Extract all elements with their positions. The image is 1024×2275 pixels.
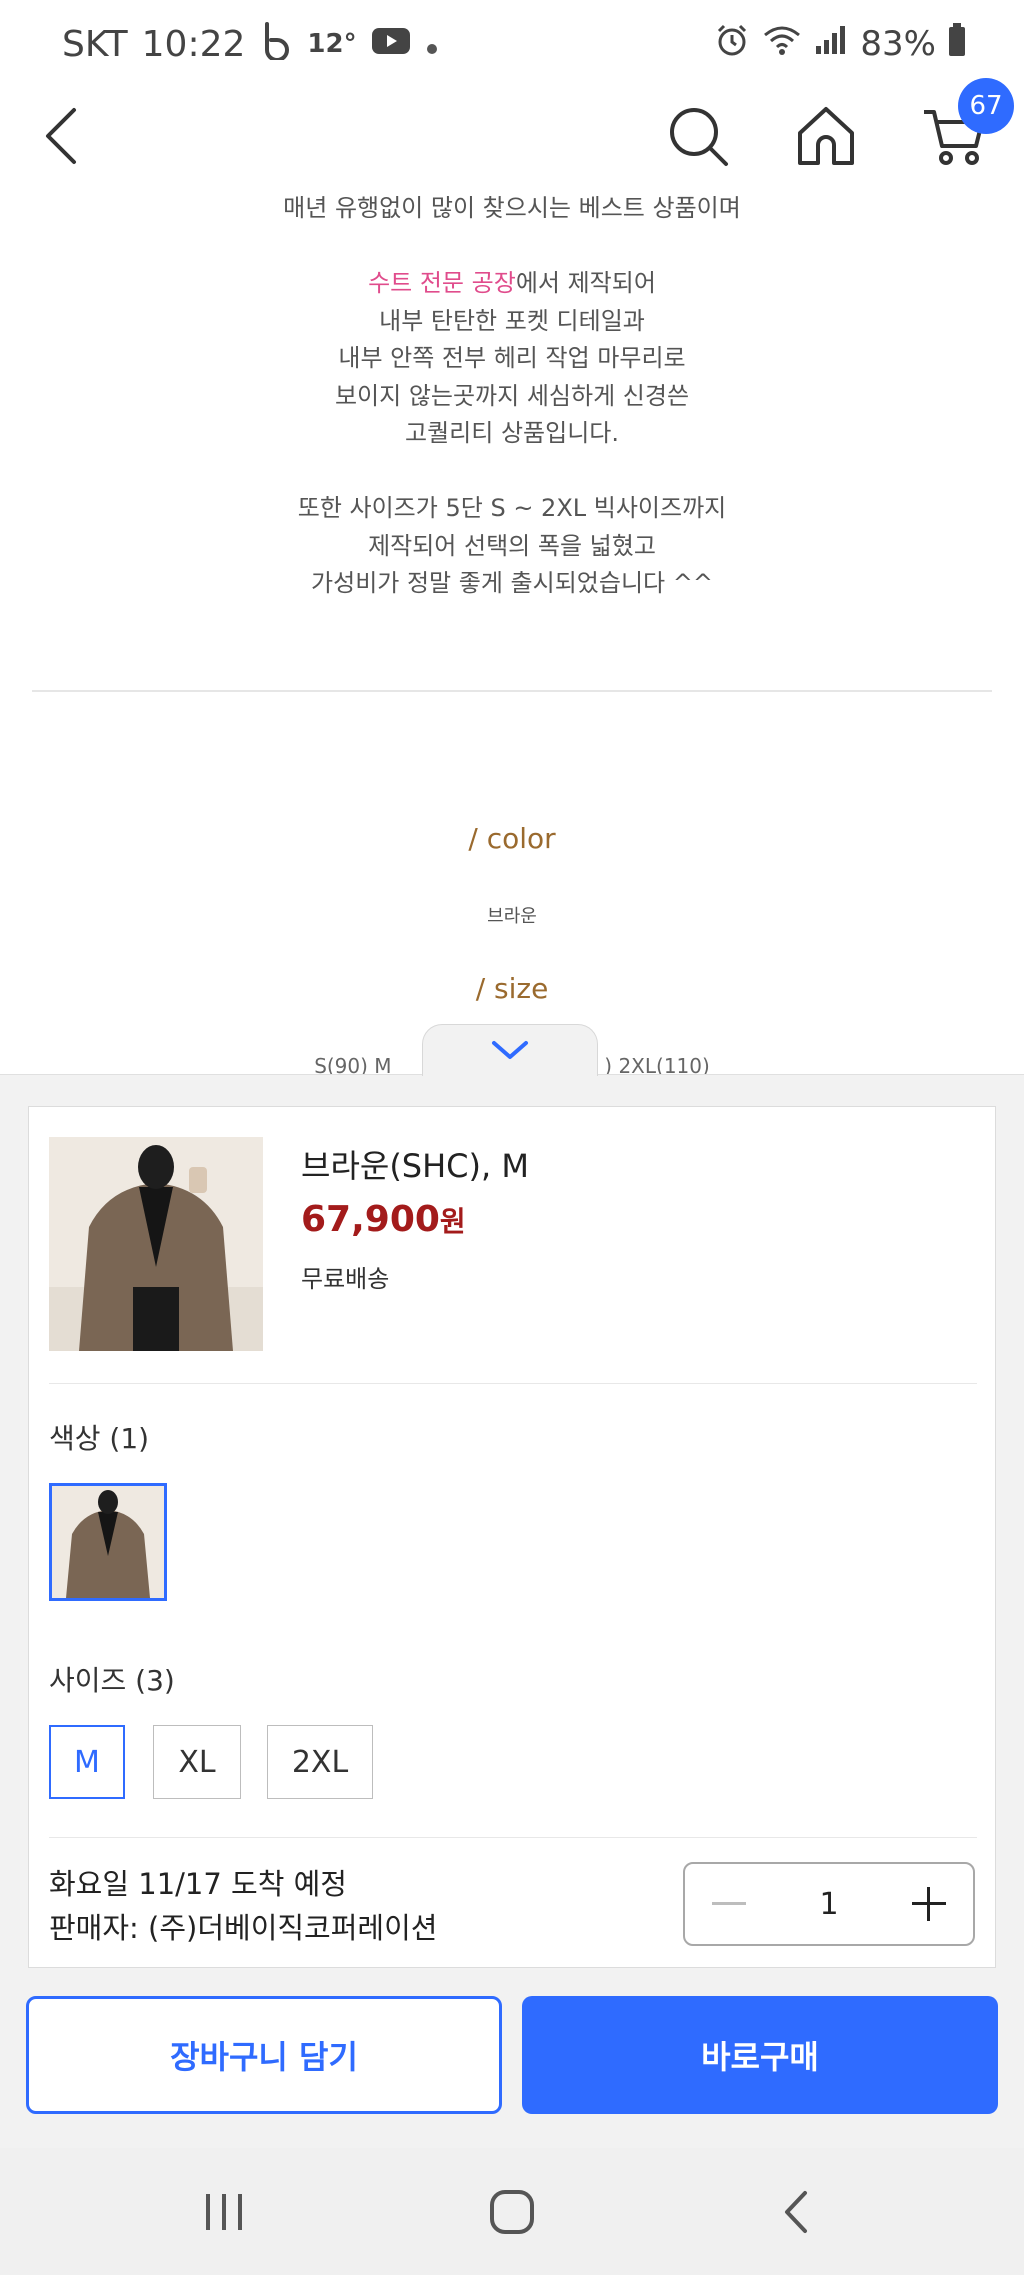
add-to-cart-button[interactable]: 장바구니 담기 [26,1996,502,2114]
home-button[interactable] [786,84,866,188]
description-line: 고퀄리티 상품입니다. [405,419,619,447]
product-price: 67,900원 [301,1199,466,1240]
cart-count-badge: 67 [958,78,1014,134]
system-nav-bar [0,2148,1024,2275]
color-value: 브라운 [487,906,537,927]
back-chevron-icon [785,2190,807,2233]
home-icon [798,107,854,165]
description-line-rest: 에서 제작되어 [515,269,656,297]
size-option-2xl[interactable]: 2XL [267,1725,373,1799]
description-text-middle: 수트 전문 공장에서 제작되어 내부 탄탄한 포켓 디테일과 내부 안쪽 전부 … [0,265,1024,453]
carrier-label: SKT [62,23,128,65]
wifi-icon [762,23,802,66]
size-list-left: S(90) M [314,1054,392,1074]
alarm-icon [714,22,750,67]
battery-icon [948,22,966,66]
battery-label: 83% [860,24,936,64]
recent-apps-icon [206,2193,242,2230]
size-option-title: 사이즈 (3) [49,1664,175,1697]
home-nav-button[interactable] [452,2148,572,2275]
increase-quantity-button[interactable] [907,1882,951,1926]
product-thumbnail [49,1137,263,1351]
price-unit: 원 [439,1205,466,1238]
description-highlight: 수트 전문 공장 [368,269,516,297]
description-text-bottom: 또한 사이즈가 5단 S ~ 2XL 빅사이즈까지 제작되어 선택의 폭을 넓혔… [0,490,1024,603]
minus-icon [712,1902,746,1905]
shipping-label: 무료배송 [301,1265,390,1293]
b-app-icon [259,20,293,69]
product-option-name: 브라운(SHC), M [301,1147,529,1185]
dot-icon [425,24,439,65]
signal-icon [814,24,848,65]
description-line: 가성비가 정말 좋게 출시되었습니다 ^^ [311,569,713,597]
back-nav-button[interactable] [736,2148,856,2275]
color-option-title: 색상 (1) [49,1422,150,1455]
youtube-icon [371,24,411,65]
description-line: 제작되어 선택의 폭을 넓혔고 [368,531,656,560]
delivery-estimate: 화요일 11/17 도착 예정 [49,1867,347,1901]
time-label: 10:22 [141,23,246,65]
description-line: 내부 탄탄한 포켓 디테일과 [379,306,645,335]
status-right: 83% [714,20,966,68]
quantity-stepper: 1 [683,1862,975,1946]
temperature-label: 12° [307,29,357,59]
status-bar: SKT 10:22 12° 83% [0,0,1024,84]
color-swatch-selected[interactable] [49,1483,167,1601]
search-icon [670,108,728,166]
seller-name: 판매자: (주)더베이직코퍼레이션 [49,1911,438,1945]
plus-icon [912,1887,946,1921]
price-value: 67,900 [301,1199,440,1240]
recent-apps-button[interactable] [164,2148,284,2275]
chevron-down-icon [492,1040,528,1059]
back-button[interactable] [22,84,102,188]
option-card: 브라운(SHC), M 67,900원 무료배송 색상 (1) 사이즈 (3) … [28,1106,996,1968]
size-list-right: ) 2XL(110) [604,1054,710,1074]
product-description: 매년 유행없이 많이 찾으시는 베스트 상품이며 수트 전문 공장에서 제작되어… [0,188,1024,1074]
description-divider [32,690,992,692]
description-line: 보이지 않는곳까지 세심하게 신경쓴 [334,381,690,410]
home-circle-icon [490,2189,534,2234]
back-arrow-icon [46,108,76,164]
quantity-value: 1 [819,1886,839,1922]
description-line: 수트 전문 공장에서 제작되어 [0,265,1024,303]
description-text-top: 매년 유행없이 많이 찾으시는 베스트 상품이며 [0,190,1024,228]
buy-now-button[interactable]: 바로구매 [522,1996,998,2114]
card-divider [49,1383,977,1384]
collapse-sheet-handle[interactable] [422,1024,598,1076]
search-button[interactable] [658,84,738,188]
app-header [0,84,1024,188]
color-section-title: / color [468,822,556,855]
description-line: 매년 유행없이 많이 찾으시는 베스트 상품이며 [283,194,741,222]
description-line: 또한 사이즈가 5단 S ~ 2XL 빅사이즈까지 [297,494,727,522]
decrease-quantity-button[interactable] [707,1882,751,1926]
card-divider [49,1837,977,1838]
description-line: 내부 안쪽 전부 헤리 작업 마무리로 [338,344,686,372]
size-option-m[interactable]: M [49,1725,125,1799]
size-section-title: / size [475,972,549,1005]
status-left: SKT 10:22 12° [62,20,439,68]
size-option-xl[interactable]: XL [153,1725,241,1799]
